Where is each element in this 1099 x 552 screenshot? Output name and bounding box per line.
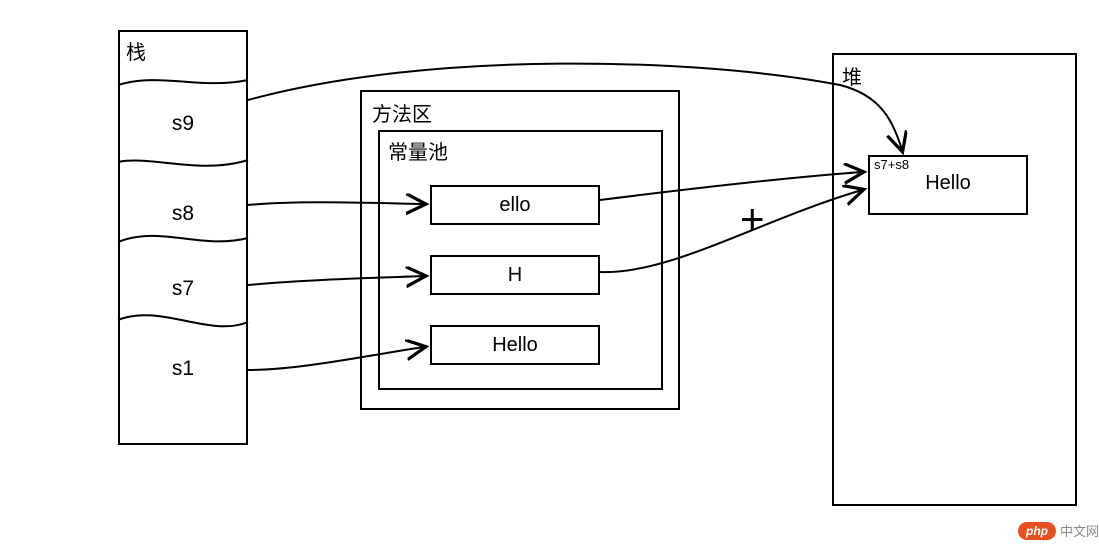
heap-title: 堆 — [842, 61, 862, 90]
heap-box: 堆 — [832, 53, 1077, 506]
watermark-text: 中文网 — [1060, 521, 1099, 540]
method-area-title: 方法区 — [372, 98, 432, 127]
heap-object: s7+s8 Hello — [868, 155, 1028, 215]
pool-entry-ello: ello — [430, 185, 600, 225]
constant-pool-title: 常量池 — [388, 136, 448, 165]
watermark: php 中文网 — [1018, 521, 1099, 540]
stack-cell-s8: s8 — [120, 202, 246, 226]
watermark-badge: php — [1018, 522, 1056, 540]
pool-entry-hello: Hello — [430, 325, 600, 365]
stack-cell-s1: s1 — [120, 357, 246, 381]
stack-title: 栈 — [126, 36, 146, 65]
heap-object-note: s7+s8 — [870, 157, 1026, 172]
plus-operator: + — [740, 195, 765, 243]
stack-cell-s9: s9 — [120, 112, 246, 136]
heap-object-value: Hello — [870, 172, 1026, 195]
stack-box: 栈 s9 s8 s7 s1 — [118, 30, 248, 445]
pool-entry-h: H — [430, 255, 600, 295]
diagram-root: 栈 s9 s8 s7 s1 方法区 常量池 ello H Hello 堆 s7+… — [0, 0, 1099, 552]
stack-cell-s7: s7 — [120, 277, 246, 301]
